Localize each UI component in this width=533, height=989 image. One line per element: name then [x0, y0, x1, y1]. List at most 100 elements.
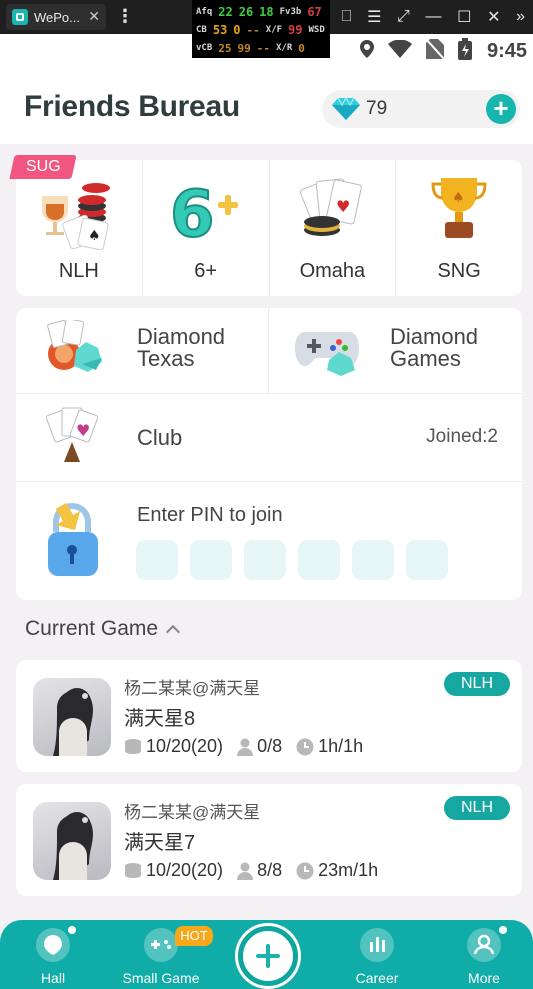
club-row[interactable]: ♥ Club Joined:2 [16, 394, 522, 482]
person-icon [237, 862, 254, 880]
status-bar: WePo... ✕ ⋮ ⎕ ☰ ⤢ — ☐ ✕ » Afq 22 26 18 F… [0, 0, 533, 72]
pin-digit-box[interactable] [352, 540, 394, 580]
overlay-value: 99 [237, 41, 251, 55]
nav-hall[interactable]: Hall [5, 926, 101, 986]
nav-career[interactable]: Career [329, 928, 425, 986]
overlay-label: WSD [308, 25, 325, 35]
diamond-texas-line1: Diamond [137, 324, 226, 349]
avatar-portrait-icon [53, 812, 93, 880]
players-stat: 0/8 [237, 736, 282, 757]
diamond-texas-button[interactable]: Diamond Texas [16, 308, 269, 394]
overlay-value: 67 [307, 5, 322, 19]
nav-label: Hall [40, 970, 66, 986]
svg-text:♠: ♠ [88, 228, 101, 244]
cards-fan-icon: ♥ [300, 178, 363, 236]
diamond-games-button[interactable]: Diamond Games [269, 308, 522, 394]
game-card[interactable]: 杨二某某@满天星 满天星8 10/20(20) 0/8 1h/1h NLH [16, 660, 522, 772]
clock-icon [296, 862, 314, 879]
mode-label: Omaha [299, 260, 366, 282]
diamond-balance[interactable]: 79 + [322, 90, 520, 128]
section-title: Current Game [25, 617, 159, 640]
pin-row: Enter PIN to join [16, 482, 522, 600]
players-value: 0/8 [257, 736, 283, 756]
mode-omaha[interactable]: ♥ Omaha [270, 160, 397, 296]
time-value: 1h/1h [318, 736, 364, 756]
menu-icon[interactable]: ☰ [367, 7, 381, 27]
no-sim-icon [426, 39, 444, 59]
tab-title: WePo... [34, 9, 81, 25]
game-type-tag: NLH [444, 796, 510, 820]
mode-six-plus[interactable]: 6 6+ [143, 160, 270, 296]
current-game-header[interactable]: Current Game [25, 617, 181, 641]
pin-digit-box[interactable] [406, 540, 448, 580]
avatar [33, 678, 111, 756]
nav-label: More [468, 970, 500, 986]
pin-digit-box[interactable] [298, 540, 340, 580]
minimize-icon[interactable]: — [426, 8, 442, 26]
app-icon [12, 9, 28, 25]
close-window-icon[interactable]: ✕ [487, 7, 500, 27]
pin-digit-box[interactable] [136, 540, 178, 580]
gamepad-icon [144, 928, 178, 962]
expand-icon[interactable]: » [516, 8, 525, 26]
notification-dot [499, 926, 507, 934]
resize-icon[interactable]: ⤢ [397, 8, 410, 26]
app-header: Friends Bureau 79 + [0, 72, 533, 144]
trophy-icon: ♠ [431, 178, 487, 238]
overlay-value: 18 [259, 5, 274, 19]
diamond-row: Diamond Texas Diamond Games [16, 308, 522, 394]
game-card[interactable]: 杨二某某@满天星 满天星7 10/20(20) 8/8 23m/1h NLH [16, 784, 522, 896]
browser-tab[interactable]: WePo... ✕ [6, 4, 106, 30]
page-title: Friends Bureau [24, 90, 240, 123]
tab-close-icon[interactable]: ✕ [88, 8, 100, 24]
lock-icon [48, 502, 98, 576]
diamond-texas-icon [47, 320, 102, 372]
avatar [33, 802, 111, 880]
bookmark-icon[interactable]: ⎕ [342, 8, 352, 26]
players-stat: 8/8 [237, 860, 282, 881]
overlay-value: 0 [233, 23, 241, 37]
gamepad-icon [295, 332, 359, 376]
overlay-label: vCB [196, 43, 213, 53]
club-label: Club [137, 425, 183, 450]
time-value: 23m/1h [318, 860, 379, 880]
overlay-value: 22 [218, 5, 233, 19]
overlay-label: Fv3b [279, 7, 302, 17]
diamond-count: 79 [366, 98, 388, 119]
user-icon [467, 926, 507, 962]
club-joined-count: Joined:2 [426, 426, 498, 447]
battery-icon [458, 38, 472, 60]
mode-nlh[interactable]: ♠ NLH [16, 160, 143, 296]
kebab-menu-icon[interactable]: ⋮ [116, 6, 134, 26]
game-type-tag: NLH [444, 672, 510, 696]
coins-icon [125, 862, 141, 878]
overlay-label: Afq [196, 7, 213, 17]
notification-dot [68, 926, 76, 934]
add-diamond-button[interactable]: + [486, 94, 516, 124]
coins-icon [125, 738, 141, 754]
nav-label: Career [355, 970, 399, 986]
clock-icon [296, 738, 314, 755]
blinds-stat: 10/20(20) [124, 860, 223, 881]
mode-label: 6+ [194, 260, 218, 282]
pin-digit-box[interactable] [190, 540, 232, 580]
window-controls: ⎕ ☰ ⤢ — ☐ ✕ » [334, 4, 533, 30]
overlay-value: 25 [218, 41, 232, 55]
mode-sng[interactable]: ♠ SNG [396, 160, 522, 296]
club-cards-icon: ♥ [45, 407, 99, 462]
time-stat: 23m/1h [296, 860, 378, 881]
nav-more[interactable]: More [436, 926, 532, 986]
diamond-texas-line2: Texas [137, 346, 195, 371]
maximize-icon[interactable]: ☐ [457, 7, 471, 27]
game-mode-card: ♠ NLH 6 6+ ♥ Omaha ♠ SNG [16, 160, 522, 296]
six-plus-icon: 6 [169, 177, 238, 246]
avatar-portrait-icon [53, 688, 93, 756]
overlay-label: X/R [276, 43, 293, 53]
wifi-icon [388, 40, 412, 58]
svg-text:♥: ♥ [336, 197, 350, 216]
diamond-games-line1: Diamond [390, 324, 479, 349]
chart-icon [360, 928, 394, 962]
create-game-button[interactable] [238, 926, 298, 986]
pin-digit-box[interactable] [244, 540, 286, 580]
blinds-value: 10/20(20) [146, 860, 224, 880]
